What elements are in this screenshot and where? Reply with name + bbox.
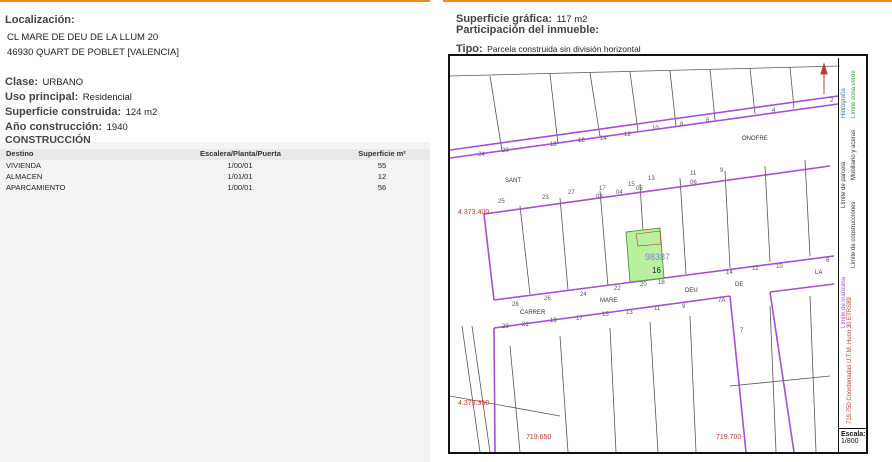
- block-number: 24: [580, 292, 587, 298]
- header-destino: Destino: [6, 149, 34, 158]
- cell-destino: ALMACEN: [6, 172, 43, 181]
- table-row: ALMACEN 1/01/01 12: [0, 172, 430, 183]
- parcel-reference[interactable]: 98387: [645, 252, 670, 262]
- block-number: 15: [602, 312, 609, 318]
- localizacion-label: Localización:: [5, 14, 75, 26]
- block-number: 12: [752, 266, 759, 272]
- block-number: 03: [596, 194, 603, 200]
- block-number: 11: [654, 306, 661, 312]
- block-number: 18: [658, 280, 665, 286]
- cell-destino: VIVIENDA: [6, 161, 42, 170]
- header-superficie: Superficie m²: [358, 149, 406, 158]
- block-number: 10: [776, 264, 783, 270]
- block-number: 19: [550, 318, 557, 324]
- block-number: 16: [578, 138, 585, 144]
- cadastral-map[interactable]: 98387 16 SANT ONOFRE CARRER MARE DEU DE …: [448, 54, 868, 454]
- block-number: 24: [478, 152, 485, 158]
- street-label: ONOFRE: [742, 136, 768, 142]
- block-number: 25: [498, 199, 505, 205]
- scale-box: Escala: 1/800: [838, 428, 868, 454]
- block-number: 7A: [718, 298, 726, 304]
- anio-value: 1940: [106, 122, 128, 133]
- property-summary: Localización: CL MARE DE DEU DE LA LLUM …: [0, 0, 430, 142]
- block-number: 11: [690, 171, 697, 177]
- coord-y-top: 4.373.400: [458, 209, 490, 216]
- left-panel: Localización: CL MARE DE DEU DE LA LLUM …: [0, 0, 430, 462]
- block-number: 23: [542, 195, 549, 201]
- cell-superficie: 12: [377, 172, 387, 181]
- north-arrow: [820, 62, 828, 94]
- scale-value: 1/800: [841, 438, 859, 445]
- legend-zona-verde: Límite zona verde: [851, 70, 857, 118]
- block-number: 13: [648, 176, 655, 182]
- cell-superficie: 55: [377, 161, 387, 170]
- street-label: LA: [815, 270, 823, 276]
- legend-limite-construcciones: Límite de construcciones: [851, 201, 857, 268]
- anio-row: Año construcción: 1940: [5, 117, 128, 135]
- block-number: 28: [512, 302, 519, 308]
- table-row: APARCAMIENTO 1/00/01 56: [0, 183, 430, 194]
- scale-label: Escala:: [841, 431, 866, 438]
- cell-escalera: 1/00/01: [227, 183, 253, 192]
- legend-mobiliario: Mobiliario y aceras: [851, 129, 857, 180]
- street-label: SANT: [505, 178, 522, 184]
- map-legend: 719.750 Coordenadas U.T.M. Huso 30 ETRS8…: [838, 58, 866, 428]
- cell-escalera: 1/00/01: [227, 161, 253, 170]
- block-number: 22: [614, 286, 621, 292]
- block-number: 6: [706, 118, 710, 124]
- block-number: 20: [640, 282, 647, 288]
- block-number: 6: [826, 258, 830, 264]
- address-line-1: CL MARE DE DEU DE LA LLUM 20: [7, 32, 159, 43]
- block-number: 8: [680, 122, 684, 128]
- block-number: 04: [616, 190, 623, 196]
- cell-destino: APARCAMIENTO: [6, 183, 66, 192]
- cell-superficie: 56: [377, 183, 387, 192]
- block-number: 06: [690, 180, 697, 186]
- block-number: 4: [772, 108, 776, 114]
- parcel-number: 16: [652, 266, 661, 275]
- block-number: 17: [599, 186, 606, 192]
- block-number: 2: [830, 98, 834, 104]
- block-number: 23: [502, 324, 509, 330]
- block-number: 05: [636, 186, 643, 192]
- header-escalera: Escalera/Planta/Puerta: [200, 149, 281, 158]
- participacion-label: Participación del inmueble:: [456, 24, 600, 36]
- block-number: 10: [652, 126, 659, 132]
- table-row: VIVIENDA 1/00/01 55: [0, 161, 430, 172]
- legend-hidrografia: Hidrografía: [841, 88, 847, 118]
- block-number: 26: [544, 296, 551, 302]
- block-number: 9: [720, 168, 724, 174]
- block-number: 14: [600, 136, 607, 142]
- block-number: 15: [628, 182, 635, 188]
- block-number: 13: [626, 310, 633, 316]
- block-number: 21: [522, 322, 529, 328]
- coord-y-bottom: 4.373.350: [458, 400, 490, 407]
- legend-limite-manzana: Límite de manzana: [841, 276, 847, 328]
- street-label: MARE: [600, 298, 618, 304]
- block-number: 9: [682, 304, 686, 310]
- block-number: 7: [740, 328, 744, 334]
- construccion-table-header: Destino Escalera/Planta/Puerta Superfici…: [0, 149, 430, 160]
- address-line-2: 46930 QUART DE POBLET [VALENCIA]: [7, 47, 179, 58]
- block-number: 18: [550, 142, 557, 148]
- street-label: DEU: [685, 288, 698, 294]
- superficie-value: 124 m2: [125, 107, 158, 118]
- cell-escalera: 1/01/01: [227, 172, 253, 181]
- block-number: 14: [726, 270, 733, 276]
- block-number: 20: [502, 148, 509, 154]
- coord-vertical: 719.750 Coordenadas U.T.M. Huso 30 ETRS8…: [847, 297, 853, 424]
- legend-limite-parcela: Límite de parcela: [841, 161, 847, 208]
- block-number: 12: [624, 132, 631, 138]
- tipo-value: Parcela construida sin división horizont…: [487, 44, 641, 54]
- street-label: CARRER: [520, 310, 546, 316]
- anio-label: Año construcción:: [5, 121, 103, 133]
- construccion-title: CONSTRUCCIÓN: [5, 134, 91, 146]
- coord-x-left: 719.650: [526, 434, 552, 441]
- block-number: 27: [568, 190, 575, 196]
- coord-x-right: 719.700: [716, 434, 742, 441]
- block-number: 17: [576, 316, 583, 322]
- street-label: DE: [735, 282, 744, 288]
